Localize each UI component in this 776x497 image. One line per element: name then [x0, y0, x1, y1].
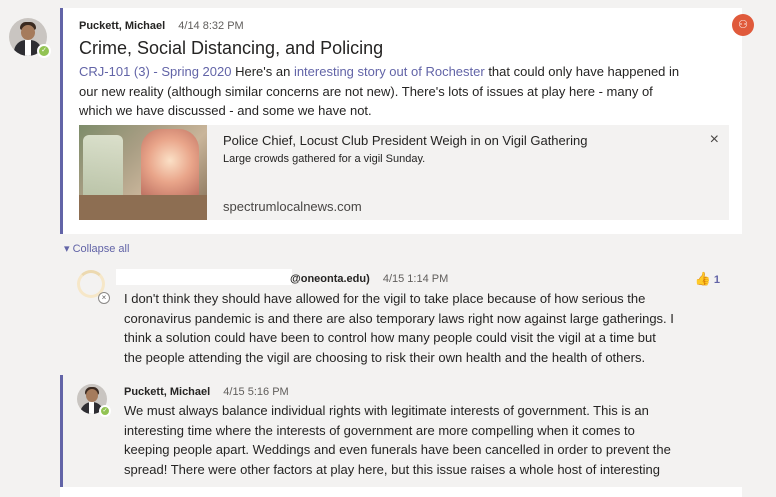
- team-icon[interactable]: ⚇: [732, 14, 754, 36]
- link-preview-image: [79, 125, 207, 220]
- reply-text-line: the people attending the vigil are choos…: [124, 349, 646, 365]
- reply-text-line: spread! There were other factors at play…: [124, 461, 660, 477]
- reply-time: 4/15 5:16 PM: [223, 386, 289, 398]
- reply-header: @oneonta.edu) 4/15 1:14 PM: [290, 273, 448, 285]
- reply-message: × @oneonta.edu) 4/15 1:14 PM 👍 1 I don't …: [60, 262, 742, 372]
- presence-available-icon: ✓: [37, 44, 51, 58]
- reply-author[interactable]: @oneonta.edu): [290, 273, 370, 285]
- presence-unknown-icon: ×: [98, 292, 110, 304]
- presence-available-icon: ✓: [99, 405, 111, 417]
- close-icon[interactable]: ×: [710, 131, 719, 149]
- link-preview-url[interactable]: spectrumlocalnews.com: [223, 199, 362, 214]
- reply-text-line: I don't think they should have allowed f…: [124, 291, 646, 306]
- reply-text-line: We must always balance individual rights…: [124, 403, 649, 418]
- post-text: Here's an: [231, 64, 294, 79]
- post-time: 4/14 8:32 PM: [178, 20, 244, 32]
- reply-body: We must always balance individual rights…: [124, 401, 734, 479]
- post-text: that could only have happened in: [484, 64, 680, 79]
- like-reaction[interactable]: 👍 1: [695, 271, 720, 287]
- reply-text-line: interesting time where the interests of …: [124, 422, 635, 438]
- collapse-all-button[interactable]: ▾ Collapse all: [64, 242, 129, 255]
- link-preview-card[interactable]: Police Chief, Locust Club President Weig…: [79, 125, 729, 220]
- reply-text-line: coronavirus pandemic is and there are al…: [124, 310, 674, 326]
- reply-time: 4/15 1:14 PM: [382, 273, 449, 285]
- channel-tag[interactable]: CRJ-101 (3) - Spring 2020: [79, 64, 231, 79]
- reply-text-line: keeping people apart. Weddings and even …: [124, 442, 671, 457]
- reply-body: I don't think they should have allowed f…: [124, 289, 734, 367]
- post-text-line: which we have discussed - and some we ha…: [79, 103, 372, 118]
- post-subject: Crime, Social Distancing, and Policing: [79, 38, 384, 58]
- post-author[interactable]: Puckett, Michael: [79, 20, 165, 32]
- reply-header: Puckett, Michael 4/15 5:16 PM: [124, 386, 289, 398]
- reply-message: ✓ Puckett, Michael 4/15 5:16 PM We must …: [60, 375, 742, 497]
- post-text-line: our new reality (although similar concer…: [79, 83, 653, 99]
- story-link[interactable]: interesting story out of Rochester: [294, 64, 485, 79]
- redacted-author-name: [116, 269, 292, 285]
- like-count: 1: [713, 274, 720, 286]
- link-preview-title[interactable]: Police Chief, Locust Club President Weig…: [223, 133, 587, 148]
- thumbs-up-icon: 👍: [694, 271, 711, 286]
- post-header: Puckett, Michael 4/14 8:32 PM: [79, 20, 244, 32]
- reply-box-edge: [60, 487, 742, 497]
- post-card: Puckett, Michael 4/14 8:32 PM Crime, Soc…: [60, 8, 742, 234]
- post-body: CRJ-101 (3) - Spring 2020 Here's an inte…: [79, 62, 739, 121]
- reply-text-line: think a solution could have been to cont…: [124, 330, 656, 345]
- link-preview-description: Large crowds gathered for a vigil Sunday…: [223, 153, 426, 165]
- collapse-all-label: Collapse all: [72, 243, 130, 255]
- reply-author[interactable]: Puckett, Michael: [124, 386, 210, 398]
